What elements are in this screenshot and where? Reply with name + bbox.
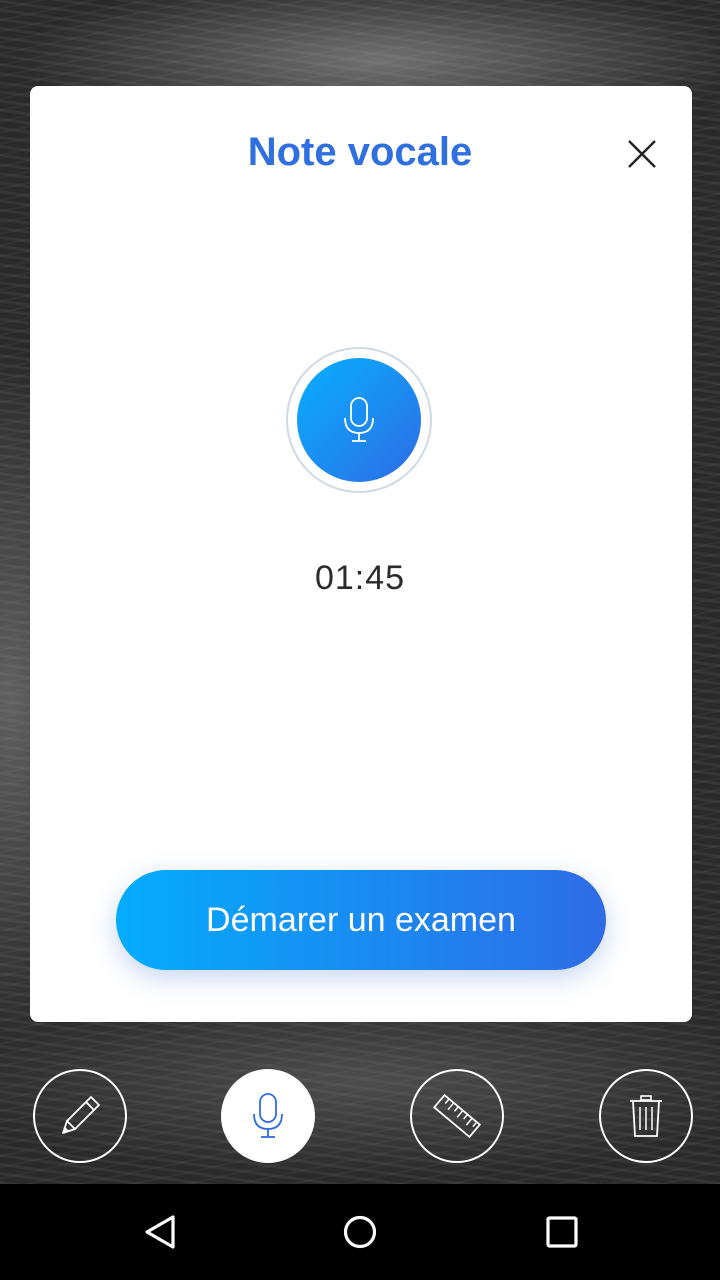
- system-navigation-bar: [0, 1184, 720, 1280]
- ruler-icon: [432, 1093, 482, 1139]
- recording-timer: 01:45: [314, 559, 406, 597]
- start-exam-button[interactable]: Démarer un examen: [116, 870, 606, 970]
- recents-square-icon: [546, 1216, 578, 1248]
- close-icon: [628, 140, 656, 168]
- voice-note-tool-button[interactable]: [221, 1069, 315, 1163]
- record-button[interactable]: [297, 358, 421, 482]
- dialog-title: Note vocale: [247, 130, 473, 174]
- nav-home-button[interactable]: [332, 1204, 388, 1260]
- microphone-icon: [253, 1093, 283, 1138]
- delete-tool-button[interactable]: [599, 1069, 693, 1163]
- back-triangle-icon: [145, 1215, 175, 1249]
- annotate-tool-button[interactable]: [33, 1069, 127, 1163]
- microphone-icon: [344, 397, 374, 442]
- trash-icon: [630, 1095, 662, 1137]
- nav-back-button[interactable]: [132, 1204, 188, 1260]
- close-button[interactable]: [620, 132, 664, 176]
- measure-tool-button[interactable]: [410, 1069, 504, 1163]
- nav-recents-button[interactable]: [534, 1204, 590, 1260]
- home-circle-icon: [343, 1215, 377, 1249]
- pencil-icon: [62, 1096, 100, 1134]
- record-indicator-ring: [286, 347, 432, 493]
